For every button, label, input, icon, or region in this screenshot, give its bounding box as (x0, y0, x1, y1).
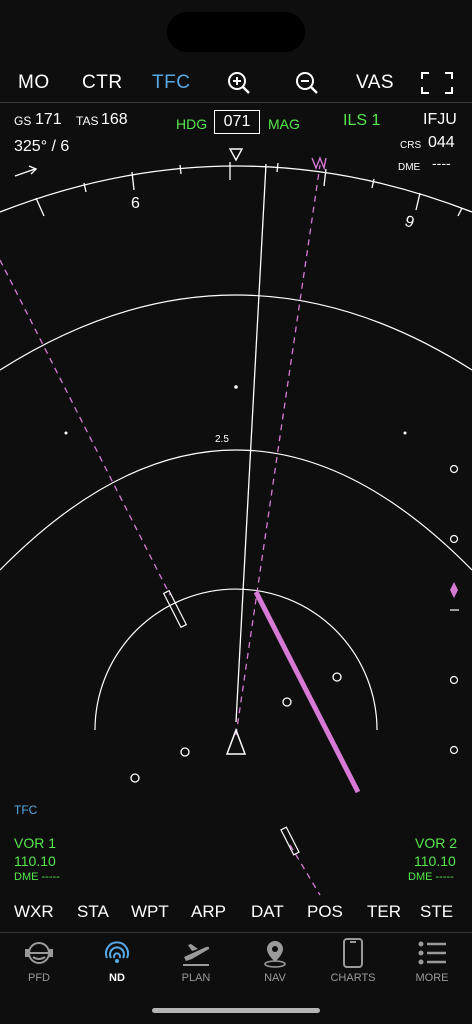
glideslope-scale (449, 464, 459, 755)
ter-button[interactable]: TER (367, 902, 401, 922)
localizer-symbol-lower (280, 826, 300, 856)
tab-nav-label: NAV (264, 972, 286, 984)
tab-charts-label: CHARTS (330, 972, 376, 984)
tab-more[interactable]: MORE (402, 934, 462, 990)
navigation-display[interactable]: 6 9 2.5 (0, 0, 472, 1024)
glideslope-pointer (450, 582, 458, 598)
tabbar-divider (0, 932, 472, 933)
navaid-circle[interactable] (332, 672, 342, 682)
ste-button[interactable]: STE (420, 902, 453, 922)
vor2-dme: DME ----- (408, 871, 454, 883)
track-line (235, 163, 267, 723)
range-ring-inner (94, 588, 378, 731)
compass-arc (0, 165, 472, 213)
display-options-bar: WXR STA WPT ARP DAT POS TER STE (0, 902, 472, 926)
range-ring-outer (0, 294, 472, 371)
compass-label-9: 9 (402, 213, 416, 232)
range-ring-label: 2.5 (215, 434, 229, 445)
nd-icon (105, 941, 129, 963)
navaid-circle[interactable] (130, 773, 140, 783)
phone-icon (343, 938, 363, 968)
tab-nav[interactable]: NAV (245, 934, 305, 990)
tab-pfd-label: PFD (28, 972, 50, 984)
wxr-button[interactable]: WXR (14, 902, 54, 922)
tfc-indicator: TFC (14, 803, 38, 817)
location-pin-icon (264, 941, 286, 968)
arp-button[interactable]: ARP (191, 902, 226, 922)
range-dot (64, 431, 68, 435)
localizer-symbol (162, 589, 188, 629)
tab-plan[interactable]: PLAN (166, 934, 226, 990)
compass-label-6: 6 (131, 195, 140, 212)
tab-charts[interactable]: CHARTS (323, 934, 383, 990)
navaid-circle[interactable] (282, 697, 292, 707)
vor2-frequency: 110.10 (414, 853, 456, 869)
tab-more-label: MORE (415, 972, 449, 984)
wpt-button[interactable]: WPT (131, 902, 169, 922)
vor1-dme: DME ----- (14, 871, 60, 883)
range-dot (234, 385, 238, 389)
tab-bar: PFD ND PLAN NAV CHARTS MORE (0, 934, 472, 994)
tab-pfd[interactable]: PFD (9, 934, 69, 990)
list-icon (418, 941, 446, 965)
tab-plan-label: PLAN (181, 972, 211, 984)
radial-line-lower (289, 844, 321, 896)
compass-ticks (35, 162, 463, 217)
tab-nd[interactable]: ND (87, 934, 147, 990)
home-indicator[interactable] (152, 1008, 320, 1013)
pfd-icon (25, 942, 53, 964)
tab-nd-label: ND (109, 972, 125, 984)
pos-button[interactable]: POS (307, 902, 343, 922)
plane-icon (183, 944, 210, 966)
range-dot (403, 431, 407, 435)
heading-marker (228, 148, 244, 162)
vor1-label: VOR 1 (14, 835, 57, 851)
course-marker (311, 156, 327, 171)
vor2-label: VOR 2 (415, 835, 458, 851)
navaid-circle[interactable] (180, 747, 190, 757)
range-ring-middle (0, 449, 472, 571)
vor1-frequency: 110.10 (14, 853, 56, 869)
active-route-leg (253, 590, 361, 794)
dat-button[interactable]: DAT (251, 902, 284, 922)
sta-button[interactable]: STA (77, 902, 109, 922)
